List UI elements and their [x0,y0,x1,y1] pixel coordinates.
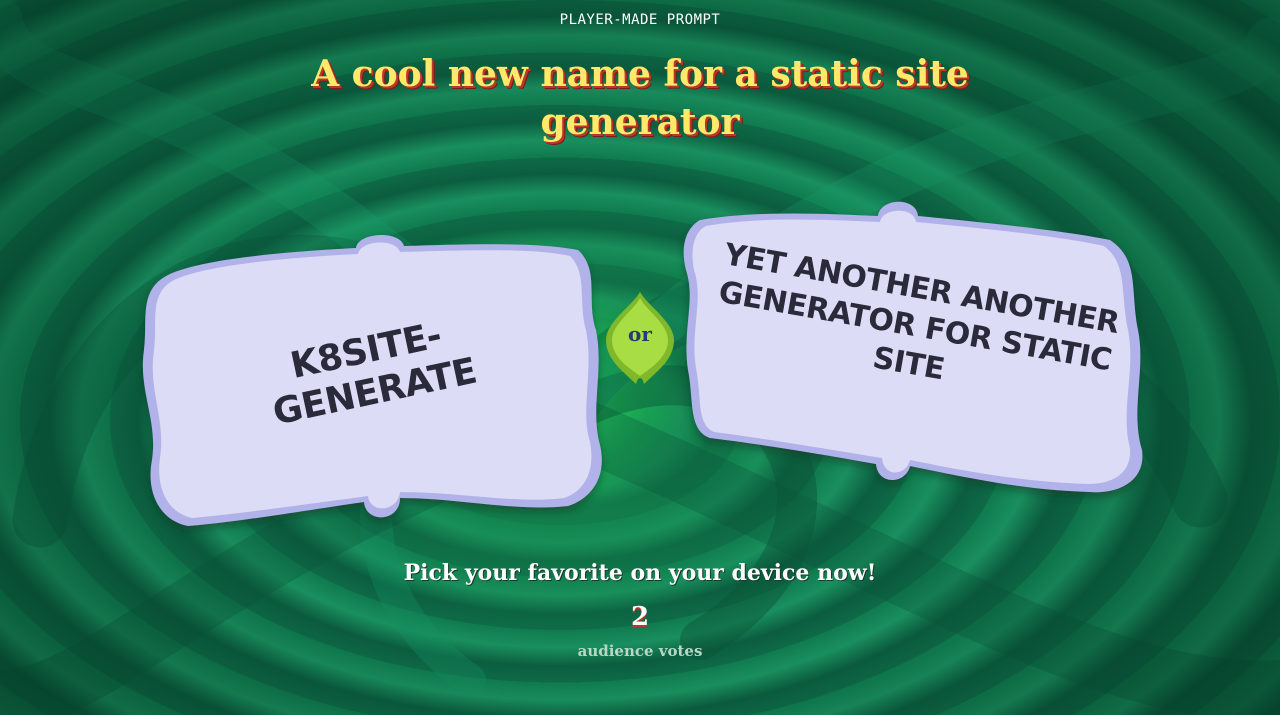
vote-instruction: Pick your favorite on your device now! [403,560,877,586]
audience-vote-count: 2 [630,602,650,632]
answer-card-left[interactable]: K8SITE-GENERATE [138,230,603,526]
game-screen: PLAYER-MADE PROMPT A cool new name for a… [0,0,1280,715]
prompt-kicker: PLAYER-MADE PROMPT [559,12,721,28]
prompt-title: A cool new name for a static site genera… [311,53,969,143]
or-label: or [628,322,652,346]
audience-vote-label: audience votes [577,642,703,660]
or-badge: or [604,292,676,384]
answer-card-right[interactable]: YET ANOTHER ANOTHER GENERATOR FOR STATIC… [680,200,1145,498]
